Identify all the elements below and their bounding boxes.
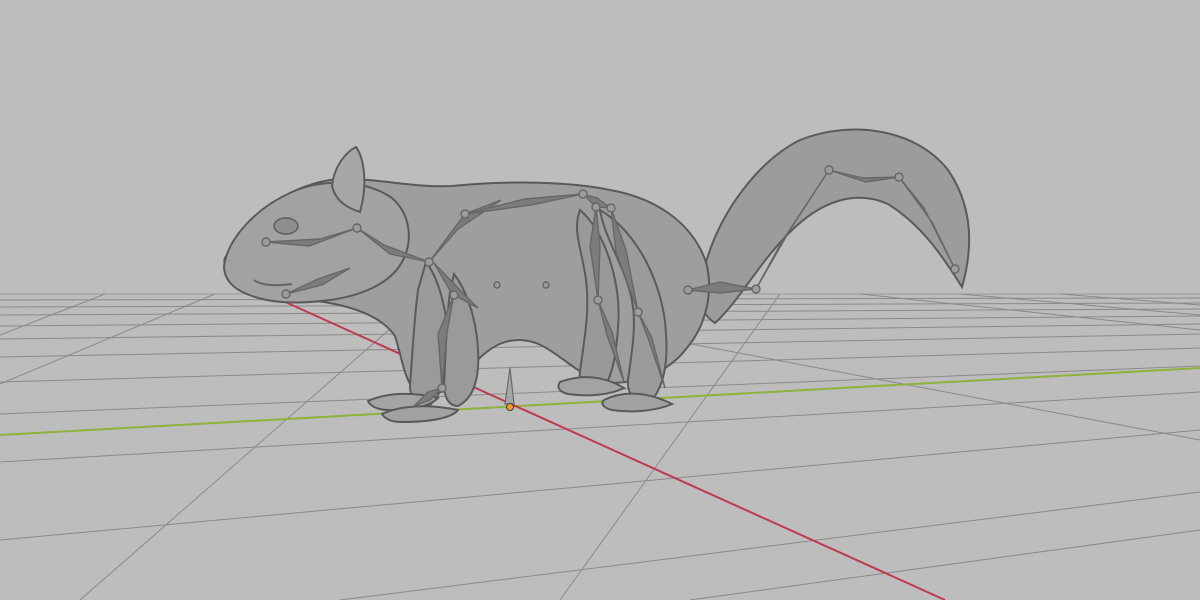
joint-hip-2 [606,203,616,213]
joint-spine-1 [460,209,470,219]
joint-shoulder [424,257,434,267]
joint-front-ankle [437,383,447,393]
joint-hind-knee-2 [633,307,643,317]
joint-mid-body [542,281,550,289]
joint-jaw [281,289,291,299]
joint-tail-2 [751,284,761,294]
joint-neck [352,223,362,233]
joint-hip-1 [591,202,601,212]
joint-spine-2 [578,189,588,199]
joint-tail-3 [824,165,834,175]
joint-tail-4 [894,172,904,182]
3d-viewport[interactable] [0,0,1200,600]
object-origin-point[interactable] [506,403,514,411]
joint-tail-root [683,285,693,295]
joint-head [261,237,271,247]
joint-hind-knee-1 [593,295,603,305]
joint-tail-tip [950,264,960,274]
viewport-canvas[interactable] [0,0,1200,600]
squirrel-eye [273,217,299,235]
joint-mid-body-2 [493,281,501,289]
joint-front-knee [449,290,459,300]
